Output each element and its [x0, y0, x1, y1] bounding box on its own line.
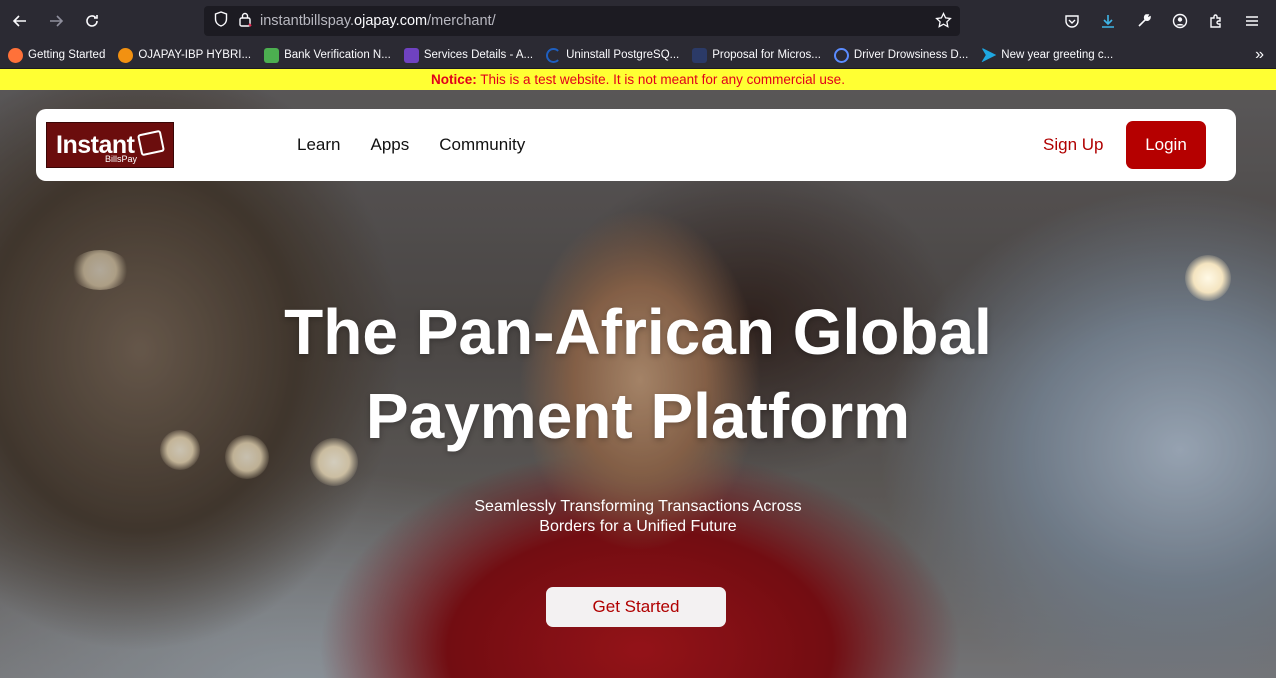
chevrons-right-icon[interactable]: » [1255, 46, 1264, 64]
main-menu: Learn Apps Community [297, 109, 525, 181]
bookmark-services-details[interactable]: Services Details - A... [403, 47, 533, 63]
pdf-icon [692, 47, 708, 63]
hero-headline: The Pan-African Global Payment Platform [0, 290, 1276, 458]
account-icon[interactable] [1164, 5, 1196, 37]
notice-text: This is a test website. It is not meant … [476, 72, 845, 87]
bookmark-driver-drowsiness[interactable]: Driver Drowsiness D... [833, 47, 968, 63]
ojapay-icon [118, 47, 134, 63]
signup-link[interactable]: Sign Up [1043, 135, 1103, 155]
hero-section: Instant BillsPay Learn Apps Community Si… [0, 90, 1276, 678]
forward-icon[interactable] [40, 5, 72, 37]
arrow-icon [981, 47, 997, 63]
menu-icon[interactable] [1236, 5, 1268, 37]
globe-icon [833, 47, 849, 63]
menu-learn[interactable]: Learn [297, 135, 340, 155]
bookmarks-bar: Getting Started OJAPAY-IBP HYBRI... Bank… [0, 42, 1276, 68]
wallet-icon [136, 129, 166, 157]
bookmark-proposal[interactable]: Proposal for Micros... [692, 47, 821, 63]
url-text[interactable]: instantbillspay.ojapay.com/merchant/ [260, 13, 496, 29]
leaf-icon [264, 47, 280, 63]
loading-icon [546, 47, 562, 63]
bookmark-getting-started[interactable]: Getting Started [8, 47, 105, 63]
toolbar-right-icons [1056, 5, 1268, 37]
bookmark-ojapay[interactable]: OJAPAY-IBP HYBRI... [118, 47, 251, 63]
subheadline-line-2: Borders for a Unified Future [539, 518, 737, 535]
bootstrap-icon [403, 47, 419, 63]
bookmark-star-icon[interactable] [935, 11, 952, 34]
wrench-icon[interactable] [1128, 5, 1160, 37]
lock-icon[interactable] [238, 11, 252, 32]
reload-icon[interactable] [76, 5, 108, 37]
browser-toolbar: instantbillspay.ojapay.com/merchant/ [0, 0, 1276, 42]
shield-icon[interactable] [214, 10, 228, 32]
headline-line-2: Payment Platform [365, 380, 911, 452]
site-logo[interactable]: Instant BillsPay [46, 122, 174, 168]
notice-label: Notice: [431, 72, 477, 87]
download-icon[interactable] [1092, 5, 1124, 37]
hero-subheadline: Seamlessly Transforming Transactions Acr… [438, 497, 838, 537]
login-button[interactable]: Login [1126, 121, 1206, 169]
firefox-icon [8, 47, 23, 63]
url-bar[interactable]: instantbillspay.ojapay.com/merchant/ [204, 6, 960, 36]
bookmark-new-year[interactable]: New year greeting c... [981, 47, 1113, 63]
headline-line-1: The Pan-African Global [284, 296, 992, 368]
nav-buttons [4, 5, 108, 37]
subheadline-line-1: Seamlessly Transforming Transactions Acr… [474, 498, 802, 515]
pocket-icon[interactable] [1056, 5, 1088, 37]
logo-subtext: BillsPay [105, 154, 138, 164]
menu-apps[interactable]: Apps [370, 135, 409, 155]
bookmark-bank-verification[interactable]: Bank Verification N... [264, 47, 391, 63]
menu-community[interactable]: Community [439, 135, 525, 155]
extensions-icon[interactable] [1200, 5, 1232, 37]
back-icon[interactable] [4, 5, 36, 37]
notice-banner: Notice: This is a test website. It is no… [0, 69, 1276, 90]
bookmark-uninstall-postgres[interactable]: Uninstall PostgreSQ... [546, 47, 679, 63]
get-started-button[interactable]: Get Started [546, 587, 726, 627]
bokeh-light [70, 250, 130, 290]
site-navbar: Instant BillsPay Learn Apps Community Si… [36, 109, 1236, 181]
